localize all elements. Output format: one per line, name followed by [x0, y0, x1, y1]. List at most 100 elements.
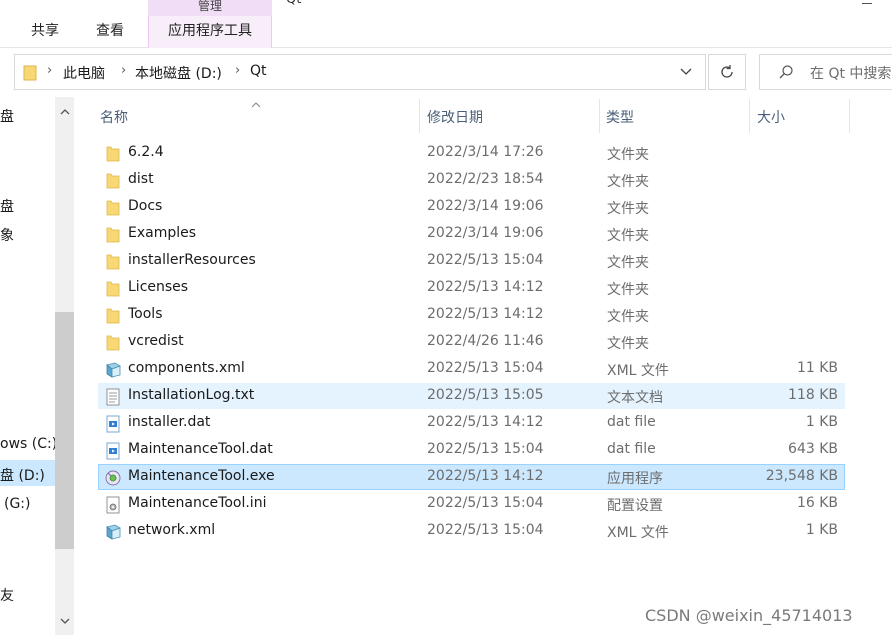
close-icon[interactable]	[862, 0, 872, 4]
nav-item[interactable]: 盘	[0, 106, 14, 126]
sort-ascending-icon	[250, 97, 262, 113]
file-type: 文件夹	[607, 174, 649, 190]
nav-item-drive-g[interactable]: (G:)	[4, 496, 31, 512]
watermark: CSDN @weixin_45714013	[645, 606, 853, 625]
nav-item[interactable]: 友	[0, 585, 14, 605]
file-date: 2022/5/13 15:04	[427, 495, 544, 511]
file-name[interactable]: MaintenanceTool.dat	[128, 441, 273, 457]
file-row[interactable]: components.xml 2022/5/13 15:04 XML 文件 11 KB	[98, 356, 845, 382]
file-row[interactable]: network.xml 2022/5/13 15:04 XML 文件 1 KB	[98, 518, 845, 544]
file-type: 文件夹	[607, 201, 649, 217]
chevron-right-icon[interactable]: ›	[235, 63, 240, 78]
folder-icon	[104, 199, 122, 217]
file-type: 配置设置	[607, 498, 663, 514]
file-date: 2022/5/13 15:04	[427, 252, 544, 268]
chevron-right-icon[interactable]: ›	[121, 63, 126, 78]
ini-file-icon	[104, 496, 122, 514]
search-placeholder: 在 Qt 中搜索	[810, 66, 892, 82]
text-file-icon	[104, 388, 122, 406]
file-row[interactable]: Docs 2022/3/14 19:06 文件夹	[98, 194, 845, 220]
search-input[interactable]: 在 Qt 中搜索	[759, 54, 892, 90]
dat-file-icon	[104, 415, 122, 433]
file-name[interactable]: MaintenanceTool.ini	[128, 495, 266, 511]
file-name[interactable]: 6.2.4	[128, 144, 164, 160]
file-row[interactable]: dist 2022/2/23 18:54 文件夹	[98, 167, 845, 193]
file-name[interactable]: installer.dat	[128, 414, 210, 430]
file-name[interactable]: Examples	[128, 225, 196, 241]
breadcrumb-drive-d[interactable]: 本地磁盘 (D:)	[135, 63, 222, 83]
nav-item[interactable]: 象	[0, 225, 14, 245]
xml-file-icon	[104, 361, 122, 379]
file-row[interactable]: installer.dat 2022/5/13 14:12 dat file 1 KB	[98, 410, 845, 436]
file-name[interactable]: components.xml	[128, 360, 245, 376]
folder-icon	[23, 65, 37, 85]
nav-item-drive-d[interactable]: 盘 (D:)	[0, 465, 45, 485]
column-header-size[interactable]: 大小	[757, 107, 785, 127]
tab-view[interactable]: 查看	[96, 18, 124, 44]
file-type: dat file	[607, 414, 656, 430]
nav-item[interactable]: 盘	[0, 196, 14, 216]
file-row[interactable]: MaintenanceTool.exe 2022/5/13 14:12 应用程序 23…	[98, 464, 845, 490]
xml-file-icon	[104, 523, 122, 541]
file-row[interactable]: Examples 2022/3/14 19:06 文件夹	[98, 221, 845, 247]
folder-icon	[104, 172, 122, 190]
file-row[interactable]: vcredist 2022/4/26 11:46 文件夹	[98, 329, 845, 355]
file-name[interactable]: Tools	[128, 306, 163, 322]
file-name[interactable]: vcredist	[128, 333, 184, 349]
scrollbar-thumb[interactable]	[55, 312, 74, 549]
column-divider[interactable]	[599, 99, 600, 133]
file-date: 2022/5/13 14:12	[427, 468, 544, 484]
file-name[interactable]: installerResources	[128, 252, 256, 268]
chevron-down-icon[interactable]	[679, 64, 693, 82]
file-date: 2022/5/13 14:12	[427, 306, 544, 322]
file-type: XML 文件	[607, 363, 669, 379]
manage-context-label: 管理	[148, 0, 272, 16]
file-size: 1 KB	[805, 414, 838, 430]
file-row[interactable]: InstallationLog.txt 2022/5/13 15:05 文本文档 11…	[98, 383, 845, 409]
file-row[interactable]: 6.2.4 2022/3/14 17:26 文件夹	[98, 140, 845, 166]
file-row[interactable]: MaintenanceTool.ini 2022/5/13 15:04 配置设置 16…	[98, 491, 845, 517]
file-type: 文件夹	[607, 336, 649, 352]
file-size: 11 KB	[796, 360, 838, 376]
dat-file-icon	[104, 442, 122, 460]
address-row: › 此电脑 › 本地磁盘 (D:) › Qt 在 Qt 中搜索	[0, 49, 892, 97]
column-divider[interactable]	[849, 99, 850, 133]
folder-icon	[104, 307, 122, 325]
file-name[interactable]: Docs	[128, 198, 162, 214]
ribbon: 管理 Qt 共享 查看 应用程序工具	[0, 0, 892, 48]
column-header-date[interactable]: 修改日期	[427, 107, 483, 127]
breadcrumb-this-pc[interactable]: 此电脑	[63, 63, 105, 83]
file-size: 1 KB	[805, 522, 838, 538]
file-date: 2022/5/13 15:04	[427, 360, 544, 376]
nav-scrollbar[interactable]	[55, 97, 74, 635]
refresh-button[interactable]	[708, 54, 746, 90]
file-row[interactable]: Licenses 2022/5/13 14:12 文件夹	[98, 275, 845, 301]
breadcrumb-qt[interactable]: Qt	[250, 63, 267, 79]
refresh-icon	[721, 65, 733, 78]
tab-share[interactable]: 共享	[31, 18, 59, 44]
scroll-up-icon[interactable]	[60, 104, 70, 120]
chevron-right-icon[interactable]: ›	[47, 63, 52, 78]
file-name[interactable]: InstallationLog.txt	[128, 387, 254, 403]
column-header-name[interactable]: 名称	[100, 107, 128, 127]
file-type: dat file	[607, 441, 656, 457]
file-name[interactable]: MaintenanceTool.exe	[128, 468, 275, 484]
file-name[interactable]: network.xml	[128, 522, 215, 538]
column-header-type[interactable]: 类型	[606, 107, 634, 127]
tab-application-tools[interactable]: 应用程序工具	[148, 16, 272, 48]
file-date: 2022/3/14 17:26	[427, 144, 544, 160]
file-row[interactable]: installerResources 2022/5/13 15:04 文件夹	[98, 248, 845, 274]
file-row[interactable]: MaintenanceTool.dat 2022/5/13 15:04 dat fi…	[98, 437, 845, 463]
column-divider[interactable]	[419, 99, 420, 133]
file-name[interactable]: dist	[128, 171, 154, 187]
file-row[interactable]: Tools 2022/5/13 14:12 文件夹	[98, 302, 845, 328]
nav-item-drive-c[interactable]: ows (C:)	[0, 436, 57, 452]
file-name[interactable]: Licenses	[128, 279, 188, 295]
scroll-down-icon[interactable]	[60, 613, 70, 629]
navigation-pane: 盘 盘 象 ows (C:) 盘 (D:) (G:) 友	[0, 97, 76, 635]
file-date: 2022/5/13 14:12	[427, 279, 544, 295]
column-divider[interactable]	[749, 99, 750, 133]
folder-icon	[104, 280, 122, 298]
file-list: 名称 修改日期 类型 大小 6.2.4 2022/3/14 17:26 文件夹 dis…	[76, 97, 892, 635]
address-bar[interactable]: › 此电脑 › 本地磁盘 (D:) › Qt	[14, 54, 706, 90]
